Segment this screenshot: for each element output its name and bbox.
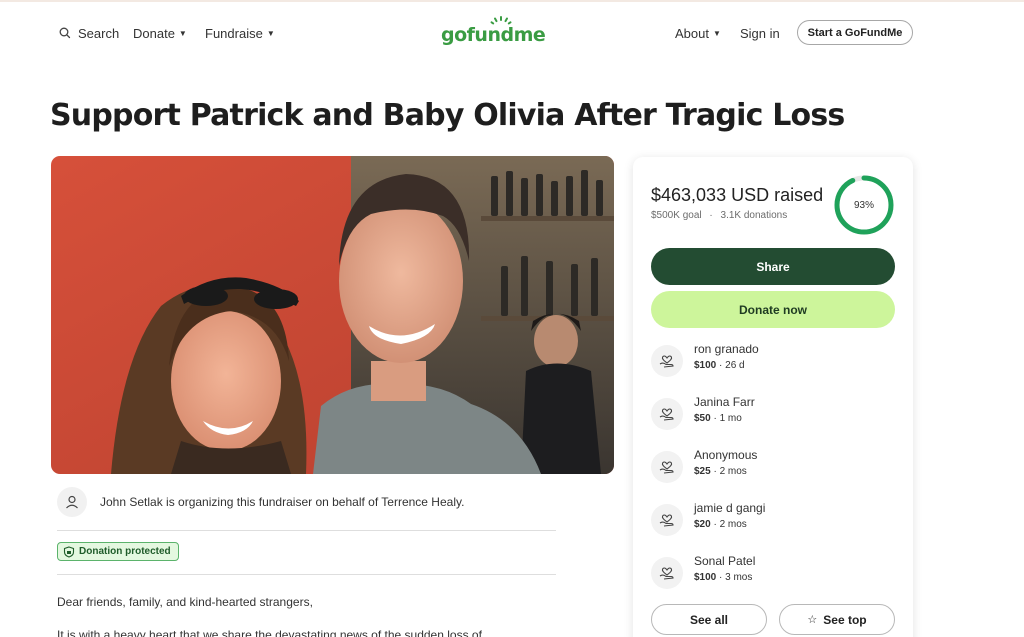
- page-title: Support Patrick and Baby Olivia After Tr…: [50, 98, 845, 133]
- donor-item: Janina Farr $50 · 1 mo: [651, 395, 891, 435]
- fundraise-menu[interactable]: Fundraise ▼: [205, 22, 275, 44]
- donor-time: 1 mo: [719, 413, 742, 424]
- donation-hand-icon: [651, 504, 683, 536]
- progress-percent: 93%: [853, 199, 874, 211]
- logo-wordmark: gofundme: [441, 24, 546, 46]
- donor-meta-separator: ·: [710, 466, 720, 477]
- search-label: Search: [78, 25, 120, 41]
- donor-item: Anonymous $25 · 2 mos: [651, 448, 891, 488]
- logo-text: gofundme: [441, 24, 546, 46]
- signin-label: Sign in: [740, 25, 780, 41]
- organizer-row: John Setlak is organizing this fundraise…: [57, 487, 557, 517]
- donor-meta: $20 · 2 mos: [694, 519, 747, 530]
- star-icon: ☆: [807, 614, 818, 626]
- separator: ·: [709, 210, 713, 221]
- donate-now-button[interactable]: Donate now: [651, 291, 895, 328]
- chevron-down-icon: ▼: [266, 28, 275, 38]
- raised-suffix: USD raised: [726, 185, 824, 205]
- donor-time: 3 mos: [725, 572, 753, 583]
- donor-amount: $20: [694, 519, 711, 530]
- search-link[interactable]: Search: [58, 22, 119, 44]
- donor-meta-separator: ·: [716, 572, 726, 583]
- donor-item: Sonal Patel $100 · 3 mos: [651, 554, 891, 594]
- about-menu-label: About: [675, 25, 709, 41]
- donor-amount: $25: [694, 466, 711, 477]
- donor-name: Janina Farr: [694, 395, 755, 409]
- donations-count: 3.1K donations: [720, 210, 788, 221]
- campaign-photo-image: [51, 156, 614, 474]
- donor-time: 26 d: [725, 360, 745, 371]
- raised-amount: $463,033 USD raised: [651, 185, 823, 206]
- donation-hand-icon: [651, 345, 683, 377]
- donor-meta-separator: ·: [710, 519, 720, 530]
- donor-name: jamie d gangi: [694, 501, 766, 515]
- top-accent-line: [0, 0, 1024, 2]
- divider: [57, 574, 556, 575]
- donor-meta-separator: ·: [710, 413, 720, 424]
- donor-meta: $100 · 26 d: [694, 360, 745, 371]
- share-button[interactable]: Share: [651, 248, 895, 285]
- shield-icon: [63, 545, 75, 558]
- divider: [57, 530, 556, 531]
- donor-amount: $100: [694, 572, 717, 583]
- donor-time: 2 mos: [719, 519, 747, 530]
- see-top-label: See top: [823, 612, 867, 627]
- see-top-button[interactable]: ☆ See top: [779, 604, 895, 635]
- chevron-down-icon: ▼: [712, 28, 721, 38]
- donor-amount: $100: [694, 360, 717, 371]
- donor-name: Sonal Patel: [694, 554, 756, 568]
- organizer-text: John Setlak is organizing this fundraise…: [100, 495, 465, 509]
- donor-item: jamie d gangi $20 · 2 mos: [651, 501, 891, 541]
- badge-label: Donation protected: [79, 546, 171, 557]
- donation-protected-badge[interactable]: Donation protected: [57, 542, 179, 561]
- donor-meta: $100 · 3 mos: [694, 572, 752, 583]
- donor-amount: $50: [694, 413, 711, 424]
- donor-meta-separator: ·: [716, 360, 726, 371]
- donor-name: Anonymous: [694, 448, 758, 462]
- donation-hand-icon: [651, 451, 683, 483]
- donor-name: ron granado: [694, 342, 759, 356]
- donate-menu-label: Donate: [133, 25, 175, 41]
- see-all-label: See all: [689, 612, 729, 627]
- donation-card: $463,033 USD raised $500K goal · 3.1K do…: [633, 157, 913, 637]
- donor-meta: $50 · 1 mo: [694, 413, 742, 424]
- donation-hand-icon: [651, 398, 683, 430]
- signin-link[interactable]: Sign in: [740, 22, 780, 44]
- donate-menu[interactable]: Donate ▼: [133, 22, 187, 44]
- story-text: Dear friends, family, and kind-hearted s…: [57, 595, 313, 609]
- donor-time: 2 mos: [719, 466, 747, 477]
- person-icon: [57, 487, 87, 517]
- donor-meta: $25 · 2 mos: [694, 466, 747, 477]
- raised-value: $463,033: [651, 185, 727, 205]
- goal-text: $500K goal: [651, 210, 702, 221]
- search-icon: [59, 27, 71, 39]
- donor-item: ron granado $100 · 26 d: [651, 342, 891, 382]
- start-gofundme-button[interactable]: Start a GoFundMe: [797, 20, 913, 45]
- fundraise-menu-label: Fundraise: [205, 25, 263, 41]
- campaign-photo[interactable]: [51, 156, 614, 474]
- goal-and-donations: $500K goal · 3.1K donations: [651, 210, 787, 221]
- chevron-down-icon: ▼: [178, 28, 187, 38]
- see-all-button[interactable]: See all: [651, 604, 767, 635]
- story-text: It is with a heavy heart that we share t…: [57, 628, 482, 637]
- donation-hand-icon: [651, 557, 683, 589]
- about-menu[interactable]: About ▼: [675, 22, 721, 44]
